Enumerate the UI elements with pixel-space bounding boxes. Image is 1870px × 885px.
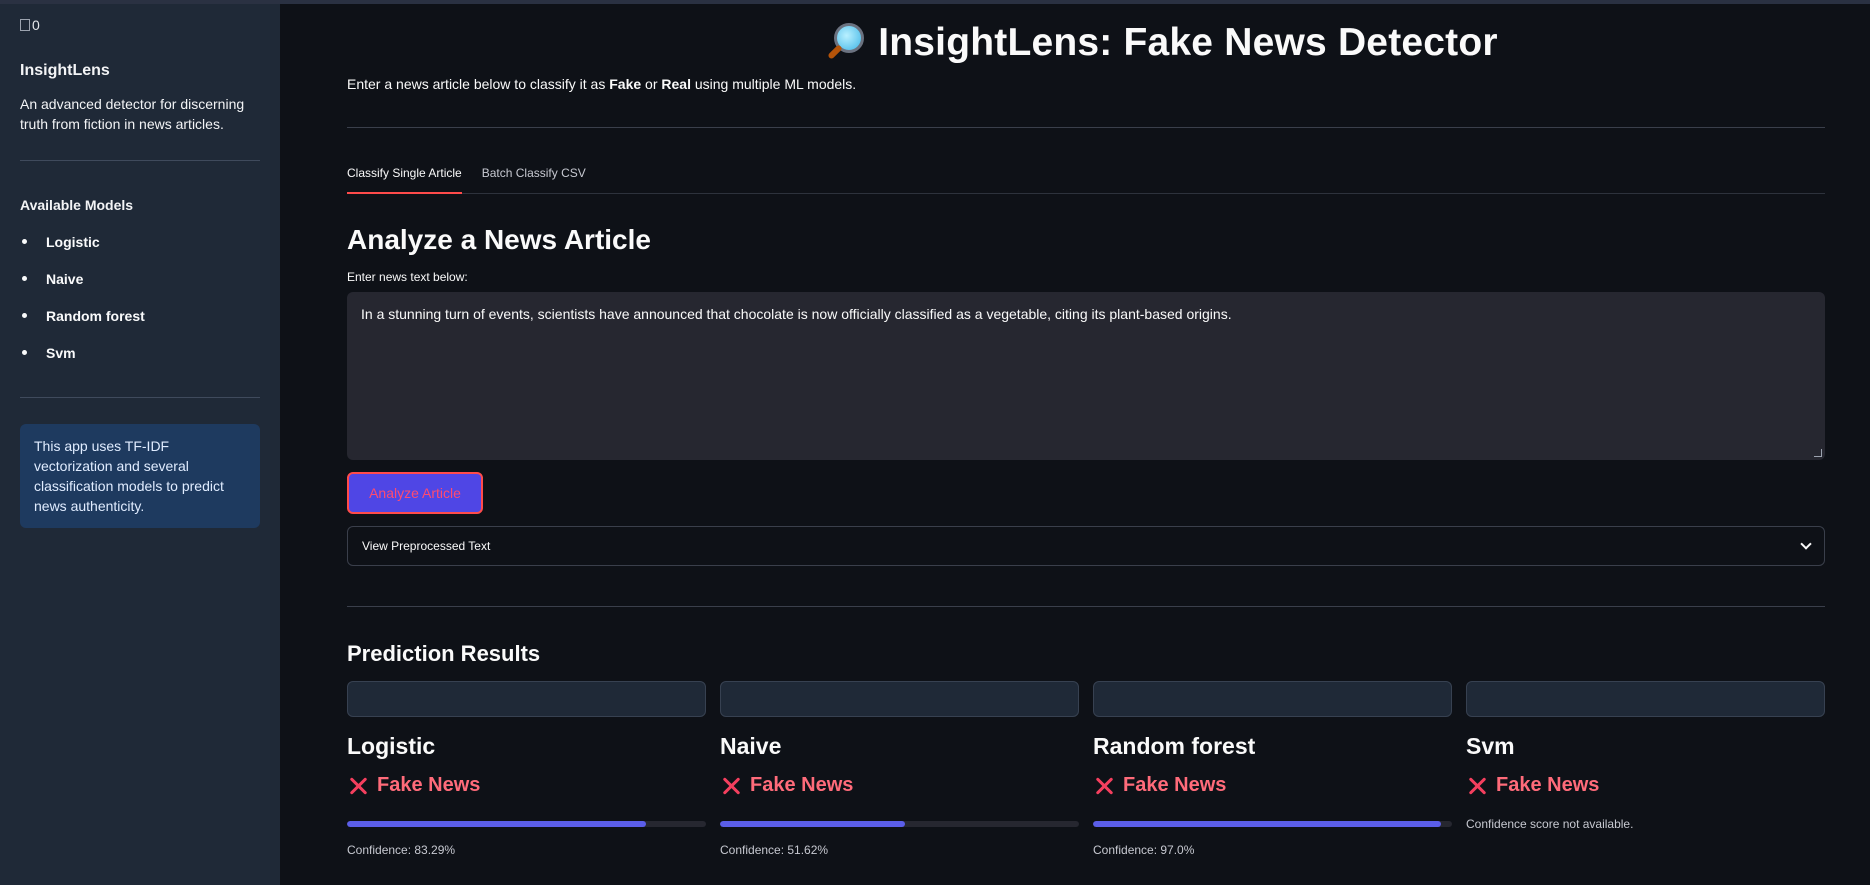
result-card-random-forest: Random forest Fake News Confidence: 97.0…	[1093, 681, 1452, 857]
card-box	[1093, 681, 1452, 717]
intro-text: Enter a news article below to classify i…	[347, 76, 1825, 92]
verdict: Fake News	[1466, 774, 1825, 797]
logo-alt-text: 0	[32, 17, 40, 33]
intro-post: using multiple ML models.	[690, 76, 857, 92]
results-cards: Logistic Fake News Confidence: 83.29% Na…	[347, 681, 1825, 857]
cross-icon	[720, 775, 742, 797]
sidebar: 0 InsightLens An advanced detector for d…	[0, 4, 280, 885]
intro-fake: Fake	[609, 76, 642, 92]
models-heading: Available Models	[20, 197, 134, 213]
model-name: Logistic	[347, 733, 436, 759]
bullet-icon	[22, 350, 27, 355]
confidence-label: Confidence: 51.62%	[720, 843, 829, 857]
bullet-icon	[22, 313, 27, 318]
model-name: Random forest	[46, 307, 145, 324]
news-text-label: Enter news text below:	[347, 270, 468, 284]
sidebar-description: An advanced detector for discerning trut…	[20, 96, 245, 132]
divider	[20, 397, 260, 398]
intro-real: Real	[661, 76, 691, 92]
verdict-text: Fake News	[377, 774, 481, 796]
magnifying-glass-icon	[824, 21, 868, 65]
analyze-button[interactable]: Analyze Article	[347, 472, 483, 514]
model-name: Logistic	[46, 233, 100, 250]
news-text-value: In a stunning turn of events, scientists…	[361, 306, 1232, 322]
confidence-label: Confidence: 83.29%	[347, 843, 456, 857]
divider	[347, 606, 1825, 607]
divider	[20, 160, 260, 161]
verdict-text: Fake News	[1123, 774, 1227, 796]
bullet-icon	[22, 276, 27, 281]
list-item: Logistic	[20, 223, 260, 260]
verdict-text: Fake News	[1496, 774, 1600, 796]
cross-icon	[1466, 775, 1488, 797]
models-list: Logistic Naive Random forest Svm	[20, 223, 260, 371]
verdict-text: Fake News	[750, 774, 854, 796]
intro-mid: or	[641, 76, 662, 92]
card-box	[720, 681, 1079, 717]
verdict: Fake News	[720, 774, 1079, 797]
tab-batch-classify[interactable]: Batch Classify CSV	[482, 150, 586, 193]
page-header: InsightLens: Fake News Detector	[497, 18, 1825, 68]
sidebar-title: InsightLens	[20, 62, 110, 79]
verdict: Fake News	[347, 774, 706, 797]
results-title: Prediction Results	[347, 641, 541, 666]
confidence-bar	[720, 821, 1079, 827]
confidence-fill	[1093, 821, 1442, 827]
list-item: Svm	[20, 334, 260, 371]
section-title: Analyze a News Article	[347, 224, 651, 255]
app: 0 InsightLens An advanced detector for d…	[0, 0, 1870, 885]
confidence-fill	[720, 821, 906, 827]
result-card-logistic: Logistic Fake News Confidence: 83.29%	[347, 681, 706, 857]
info-box: This app uses TF-IDF vectorization and s…	[20, 424, 260, 528]
broken-image-icon	[20, 19, 30, 31]
model-name: Svm	[1466, 733, 1515, 759]
tab-classify-single[interactable]: Classify Single Article	[347, 150, 462, 194]
preprocessed-text-expander[interactable]: View Preprocessed Text	[347, 526, 1825, 566]
divider	[347, 127, 1825, 128]
card-box	[1466, 681, 1825, 717]
list-item: Random forest	[20, 297, 260, 334]
confidence-label: Confidence: 97.0%	[1093, 843, 1195, 857]
model-name: Svm	[46, 344, 76, 361]
model-name: Random forest	[1093, 733, 1256, 759]
confidence-label: Confidence score not available.	[1466, 817, 1634, 831]
chevron-down-icon	[1800, 538, 1812, 550]
cross-icon	[347, 775, 369, 797]
model-name: Naive	[46, 270, 84, 287]
list-item: Naive	[20, 260, 260, 297]
confidence-fill	[347, 821, 646, 827]
intro-pre: Enter a news article below to classify i…	[347, 76, 610, 92]
news-text-input[interactable]: In a stunning turn of events, scientists…	[347, 292, 1825, 460]
result-card-naive: Naive Fake News Confidence: 51.62%	[720, 681, 1079, 857]
expander-label: View Preprocessed Text	[362, 539, 491, 553]
card-box	[347, 681, 706, 717]
cross-icon	[1093, 775, 1115, 797]
model-name: Naive	[720, 733, 782, 759]
main-content: InsightLens: Fake News Detector Enter a …	[347, 4, 1825, 857]
page-title: InsightLens: Fake News Detector	[878, 21, 1498, 64]
bullet-icon	[22, 239, 27, 244]
tab-bar: Classify Single Article Batch Classify C…	[347, 150, 1825, 194]
result-card-svm: Svm Fake News Confidence score not avail…	[1466, 681, 1825, 857]
confidence-bar	[347, 821, 706, 827]
logo-image: 0	[20, 14, 260, 36]
confidence-bar	[1093, 821, 1452, 827]
resize-handle-icon[interactable]	[1814, 449, 1822, 457]
verdict: Fake News	[1093, 774, 1452, 797]
